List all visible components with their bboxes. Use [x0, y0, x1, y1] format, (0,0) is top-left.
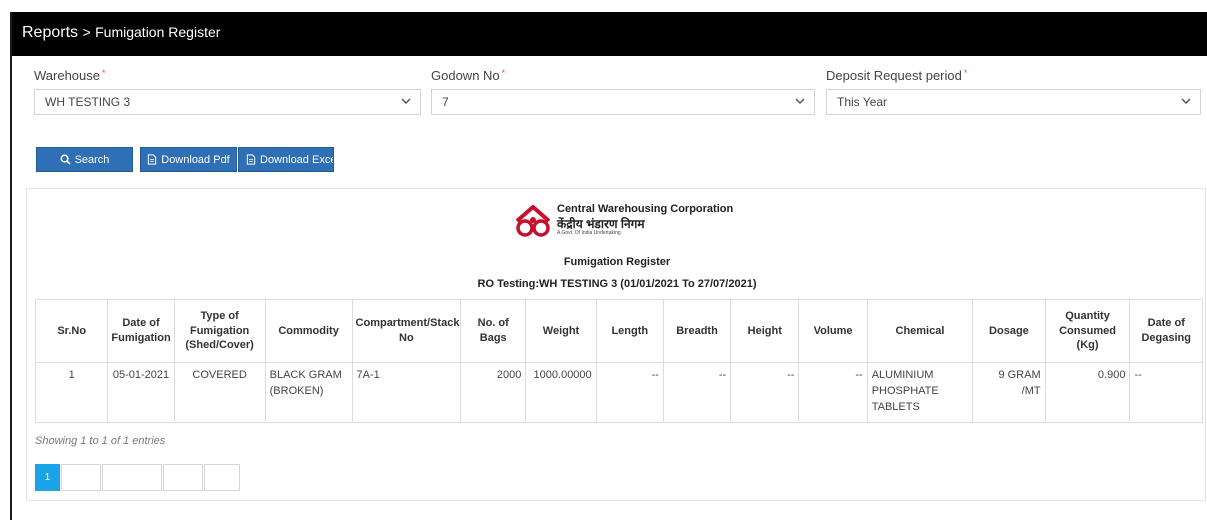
- column-header[interactable]: Quantity Consumed (Kg): [1044, 299, 1131, 363]
- chevron-down-icon: [1181, 98, 1191, 105]
- report-header: Central Warehousing Corporation केंद्रीय…: [511, 203, 771, 243]
- table-row: 1 05-01-2021 COVERED BLACK GRAM (BROKEN)…: [34, 362, 1203, 423]
- table-cell: --: [730, 362, 800, 423]
- period-select[interactable]: This Year: [826, 89, 1201, 115]
- table-cell: --: [595, 362, 664, 423]
- file-icon: [246, 154, 256, 165]
- download-excel-label: Download Excel: [260, 153, 334, 166]
- entries-info: Showing 1 to 1 of 1 entries: [35, 435, 166, 447]
- table-cell: 7A-1: [351, 362, 462, 423]
- warehouse-label: Warehouse *: [34, 68, 106, 83]
- column-header[interactable]: Type of Fumigation (Shed/Cover): [173, 299, 266, 363]
- column-header[interactable]: Weight: [525, 299, 597, 363]
- breadcrumb-page: Fumigation Register: [95, 24, 221, 40]
- column-header[interactable]: Breadth: [662, 299, 732, 363]
- breadcrumb-separator: >: [82, 24, 91, 40]
- app-frame: Reports > Fumigation Register Warehouse *…: [10, 12, 1207, 520]
- report-title: Fumigation Register: [563, 256, 671, 268]
- table-cell: 0.900: [1044, 362, 1131, 423]
- page-button-previous[interactable]: [61, 464, 101, 491]
- table-cell: BLACK GRAM (BROKEN): [264, 362, 353, 423]
- godown-select[interactable]: 7: [431, 89, 815, 115]
- breadcrumb-section[interactable]: Reports: [22, 24, 78, 41]
- column-header[interactable]: Date of Degasing: [1129, 299, 1203, 363]
- table-header-row: Sr.No Date of Fumigation Type of Fumigat…: [34, 299, 1203, 363]
- column-header[interactable]: Height: [730, 299, 800, 363]
- column-header[interactable]: Sr.No: [34, 299, 109, 363]
- table-cell: --: [1129, 362, 1203, 423]
- search-button-label: Search: [74, 153, 110, 166]
- search-icon: [60, 154, 71, 165]
- page-button-next[interactable]: [102, 464, 162, 491]
- column-header[interactable]: Commodity: [264, 299, 353, 363]
- table-cell: ALUMINIUM PHOSPHATE TABLETS: [866, 362, 974, 423]
- table-cell: --: [662, 362, 732, 423]
- search-button[interactable]: Search: [36, 147, 133, 172]
- table-cell: 05-01-2021: [107, 362, 175, 423]
- period-label: Deposit Request period *: [826, 68, 968, 83]
- godown-value: 7: [442, 95, 449, 109]
- report-panel: Central Warehousing Corporation केंद्रीय…: [26, 188, 1206, 501]
- table-cell: 9 GRAM /MT: [972, 362, 1046, 423]
- page-button-last[interactable]: [163, 464, 203, 491]
- table-cell: 2000: [460, 362, 527, 423]
- table-cell: --: [798, 362, 868, 423]
- download-pdf-label: Download Pdf: [161, 153, 230, 166]
- org-tagline: A Govt. Of India Undertaking: [557, 230, 621, 236]
- column-header[interactable]: No. of Bags: [460, 299, 527, 363]
- org-name-english: Central Warehousing Corporation: [557, 203, 734, 215]
- table-cell: 1000.00000: [525, 362, 597, 423]
- table-cell: COVERED: [173, 362, 266, 423]
- download-pdf-button[interactable]: Download Pdf: [140, 147, 237, 172]
- top-bar: Reports > Fumigation Register: [12, 12, 1207, 56]
- breadcrumb: Reports > Fumigation Register: [22, 24, 220, 42]
- fumigation-table: Sr.No Date of Fumigation Type of Fumigat…: [34, 299, 1203, 423]
- column-header[interactable]: Volume: [798, 299, 868, 363]
- column-header[interactable]: Chemical: [866, 299, 974, 363]
- pagination: 1: [35, 464, 241, 491]
- download-excel-button[interactable]: Download Excel: [238, 147, 334, 172]
- file-icon: [148, 154, 157, 165]
- column-header[interactable]: Dosage: [972, 299, 1046, 363]
- page-button-extra[interactable]: [204, 464, 240, 491]
- warehouse-value: WH TESTING 3: [45, 95, 131, 109]
- page-button-current[interactable]: 1: [35, 464, 60, 491]
- chevron-down-icon: [795, 98, 805, 105]
- table-cell: 1: [34, 362, 109, 423]
- report-subtitle: RO Testing:WH TESTING 3 (01/01/2021 To 2…: [477, 278, 757, 290]
- period-value: This Year: [837, 95, 888, 109]
- godown-label: Godown No *: [431, 68, 506, 83]
- chevron-down-icon: [401, 98, 411, 105]
- warehouse-select[interactable]: WH TESTING 3: [34, 89, 421, 115]
- cwc-logo: [515, 205, 551, 237]
- column-header[interactable]: Date of Fumigation: [107, 299, 175, 363]
- column-header[interactable]: Length: [595, 299, 664, 363]
- column-header[interactable]: Compartment/Stack No: [351, 299, 462, 363]
